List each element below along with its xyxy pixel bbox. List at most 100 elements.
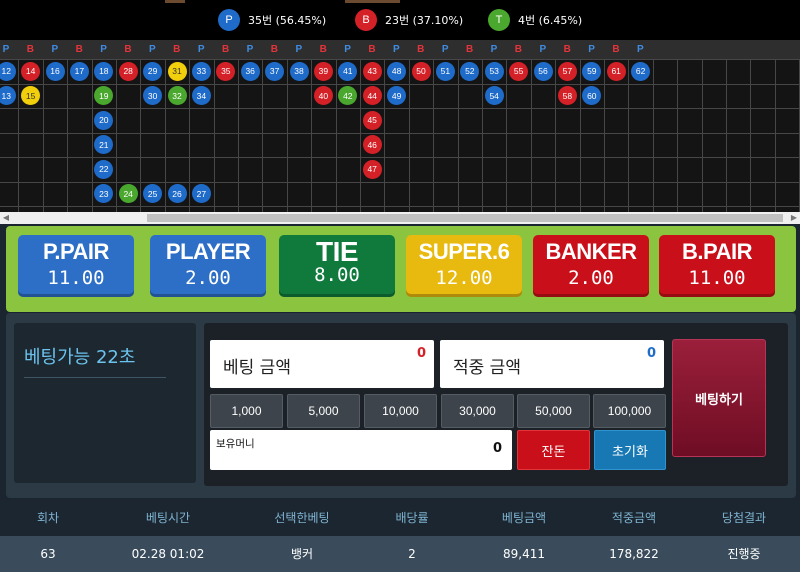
road-header-cell: B [124,44,132,55]
grid-line [555,59,556,212]
road-header-cell: P [637,44,644,55]
col-round: 회차 [36,511,60,525]
option-name: B.PAIR [682,239,752,264]
road-bead: 51 [435,61,455,81]
option-name: PLAYER [165,239,251,264]
result-cell: 진행중 [727,547,761,561]
road-bead: 55 [509,61,529,81]
bet-options-bar: P.PAIR 11.00 PLAYER 2.00 TIE 8.00 SUPER.… [6,226,796,312]
road-bead: 54 [484,86,504,106]
bet-amount-field[interactable]: 베팅 금액 0 [210,340,434,388]
win-amount-label: 적중 금액 [453,358,521,378]
road-header-cell: P [197,44,205,55]
grid-line [0,157,800,158]
chip-50000-button[interactable]: 50,000 [517,394,590,428]
road-bead: 50 [411,61,431,81]
grid-line [165,59,166,212]
bet-option-banker[interactable]: BANKER 2.00 [533,235,649,297]
road-bead: 48 [387,61,407,81]
grid-line [482,59,483,212]
chip-10000-button[interactable]: 10,000 [364,394,437,428]
grid-line [531,59,532,212]
road-header-cell: P [100,44,107,55]
road-header-cell: P [588,44,595,55]
bet-zone: 베팅 금액 0 적중 금액 0 1,000 5,000 10,000 30,00… [204,323,788,486]
chip-1000-button[interactable]: 1,000 [210,394,283,428]
road-bead: 12 [0,61,16,81]
grid-line [409,59,410,212]
road-bead: 18 [94,61,114,81]
stats-bar: P 35번 (56.45%) B 23번 (37.10%) T 4번 (6.45… [0,0,800,40]
road-bead: 49 [387,86,407,106]
history-header: 회차 베팅시간 선택한베팅 배당률 베팅금액 적중금액 당첨결과 [0,500,800,536]
banker-dot-icon: B [355,9,377,31]
chip-30000-button[interactable]: 30,000 [441,394,514,428]
bet-option-p-pair[interactable]: P.PAIR 11.00 [18,235,134,297]
road-bead: 40 [313,86,333,106]
grid-line [750,59,751,212]
road-header-cell: B [173,44,181,55]
road-bead: 59 [582,61,602,81]
road-header-cell: B [75,44,83,55]
road-bead: 56 [533,61,553,81]
stat-banker-text: 23번 (37.10%) [385,14,464,27]
grid-line [140,59,141,212]
road-bead: 29 [143,61,163,81]
bet-option-player[interactable]: PLAYER 2.00 [150,235,266,297]
road-bead: 42 [338,86,358,106]
reset-button[interactable]: 초기화 [594,430,666,470]
grid-line [604,59,605,212]
video-edge [165,0,185,3]
grid-line [726,59,727,212]
tie-dot-icon: T [488,9,510,31]
grid-line [628,59,629,212]
chip-5000-button[interactable]: 5,000 [287,394,360,428]
player-dot-icon: P [218,9,240,31]
odds-cell: 2 [408,547,416,561]
road-bead: 41 [338,61,358,81]
road-bead: 14 [21,61,41,81]
bet-option-tie[interactable]: TIE 8.00 [279,235,395,297]
scroll-thumb[interactable] [147,214,783,222]
road-bead: 22 [94,159,114,179]
scroll-left-icon[interactable]: ◀ [0,212,12,224]
road-header-cell: B [563,44,571,55]
bet-amount-cell: 89,411 [503,547,545,561]
bet-option-b-pair[interactable]: B.PAIR 11.00 [659,235,775,297]
road-bead: 34 [191,86,211,106]
road-bead: 38 [289,61,309,81]
grid-line [0,84,800,85]
win-amount-value: 0 [646,346,656,361]
win-amount-cell: 178,822 [609,547,659,561]
road-header-cell: P [441,44,449,55]
place-bet-button[interactable]: 베팅하기 [672,339,766,457]
road-scrollbar[interactable]: ◀ ▶ [0,212,800,224]
road-header-cell: P [393,44,400,55]
road-bead: 45 [362,110,382,130]
change-button[interactable]: 잔돈 [517,430,590,470]
grid-line [214,59,215,212]
road-bead: 39 [313,61,333,81]
grid-line [702,59,703,212]
grid-line [653,59,654,212]
bet-option-super6[interactable]: SUPER.6 12.00 [406,235,522,297]
road-bead: 47 [362,159,382,179]
grid-line [360,59,361,212]
grid-line [43,59,44,212]
road-bead: 25 [143,184,163,204]
option-name: P.PAIR [43,239,109,264]
grid-line [0,108,800,109]
road-header-cell: P [2,44,10,55]
road-bead: 58 [557,86,577,106]
road-bead: 61 [606,61,626,81]
option-name: SUPER.6 [418,239,510,264]
road-header-cell: P [539,44,547,55]
road-bead: 32 [167,86,187,106]
stat-banker: B 23번 (37.10%) [355,8,463,32]
chip-100000-button[interactable]: 100,000 [593,394,666,428]
scroll-right-icon[interactable]: ▶ [788,212,800,224]
road-header-cell: B [26,44,34,55]
road-bead: 19 [94,86,114,106]
road-header-cell: P [295,44,303,55]
grid-line [189,59,190,212]
